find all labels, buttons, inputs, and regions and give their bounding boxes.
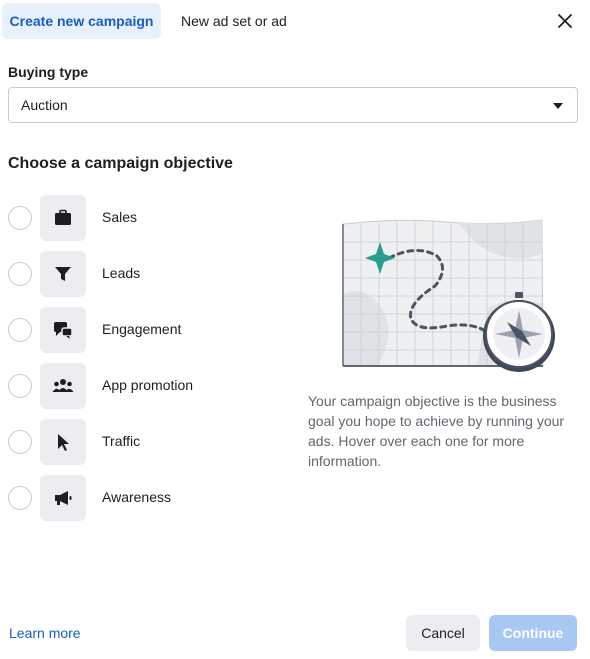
tab-bar: Create new campaign New ad set or ad bbox=[0, 0, 590, 40]
objective-section-title: Choose a campaign objective bbox=[8, 155, 233, 172]
objective-app-promotion[interactable]: App promotion bbox=[0, 363, 300, 409]
objective-label: Sales bbox=[102, 209, 138, 225]
radio-traffic[interactable] bbox=[8, 430, 32, 454]
objective-sales[interactable]: Sales bbox=[0, 195, 300, 241]
filter-icon bbox=[40, 251, 86, 297]
people-icon bbox=[40, 363, 86, 409]
objective-label: Leads bbox=[102, 265, 141, 281]
radio-app-promotion[interactable] bbox=[8, 374, 32, 398]
close-icon bbox=[558, 14, 572, 28]
objective-description: Your campaign objective is the business … bbox=[308, 393, 565, 469]
objective-label: Engagement bbox=[102, 321, 182, 337]
briefcase-icon bbox=[40, 195, 86, 241]
continue-button[interactable]: Continue bbox=[489, 615, 577, 651]
buying-type-label: Buying type bbox=[8, 64, 89, 80]
objective-label: App promotion bbox=[102, 377, 194, 393]
buying-type-value: Auction bbox=[21, 97, 68, 113]
learn-more-link[interactable]: Learn more bbox=[9, 625, 81, 641]
buying-type-select[interactable]: Auction bbox=[8, 87, 578, 123]
tab-new-ad-set-or-ad[interactable]: New ad set or ad bbox=[170, 3, 298, 39]
radio-engagement[interactable] bbox=[8, 318, 32, 342]
radio-sales[interactable] bbox=[8, 206, 32, 230]
objective-label: Traffic bbox=[102, 433, 141, 449]
radio-awareness[interactable] bbox=[8, 486, 32, 510]
chat-bubbles-icon bbox=[40, 307, 86, 353]
objective-awareness[interactable]: Awareness bbox=[0, 475, 300, 521]
objective-traffic[interactable]: Traffic bbox=[0, 419, 300, 465]
map-illustration bbox=[337, 214, 559, 382]
close-button[interactable] bbox=[551, 7, 579, 35]
megaphone-icon bbox=[40, 475, 86, 521]
objective-leads[interactable]: Leads bbox=[0, 251, 300, 297]
objective-label: Awareness bbox=[102, 489, 172, 505]
tab-create-new-campaign[interactable]: Create new campaign bbox=[2, 3, 161, 39]
cancel-button[interactable]: Cancel bbox=[406, 615, 480, 651]
radio-leads[interactable] bbox=[8, 262, 32, 286]
cursor-icon bbox=[40, 419, 86, 465]
caret-down-icon bbox=[553, 103, 563, 109]
objective-engagement[interactable]: Engagement bbox=[0, 307, 300, 353]
